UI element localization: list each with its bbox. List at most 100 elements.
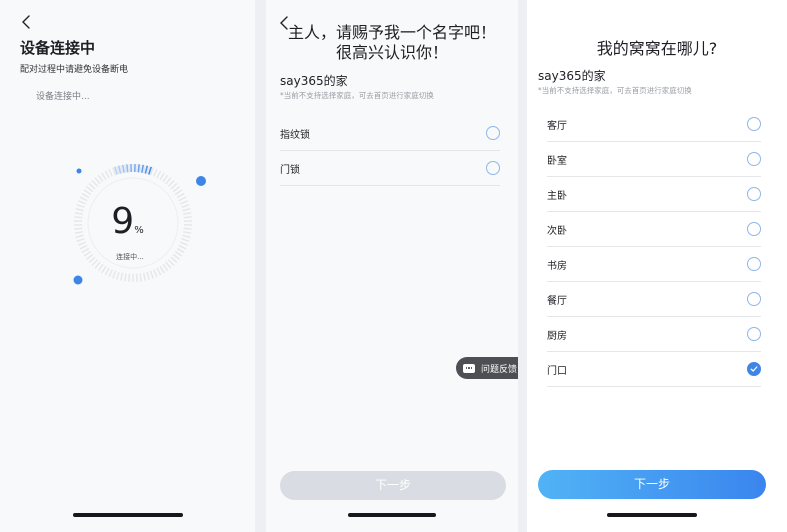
progress-tick bbox=[94, 261, 101, 269]
radio-icon[interactable] bbox=[747, 222, 761, 236]
room-row[interactable]: 餐厅 bbox=[547, 282, 761, 317]
next-button-disabled[interactable]: 下一步 bbox=[280, 471, 506, 500]
progress-tick bbox=[101, 172, 107, 181]
progress-tick bbox=[176, 192, 185, 199]
home-name: say365的家 bbox=[280, 74, 348, 88]
progress-tick bbox=[146, 271, 150, 280]
progress-tick bbox=[88, 183, 96, 190]
progress-tick bbox=[91, 180, 99, 187]
radio-icon[interactable] bbox=[747, 117, 761, 131]
page-title: 设备连接中 bbox=[20, 39, 96, 57]
screen-device-connecting: 设备连接中 配对过程中请避免设备断电 设备连接中... 9% 连接中... bbox=[0, 0, 255, 532]
progress-tick bbox=[162, 174, 169, 183]
progress-tick bbox=[172, 186, 180, 193]
progress-tick bbox=[112, 270, 117, 279]
progress-tick bbox=[149, 270, 154, 279]
option-label: 指纹锁 bbox=[280, 129, 310, 141]
progress-tick bbox=[94, 177, 101, 185]
progress-tick bbox=[162, 263, 169, 272]
room-label: 门口 bbox=[547, 365, 567, 377]
feedback-button[interactable]: 问题反馈 bbox=[456, 357, 518, 379]
check-icon[interactable] bbox=[747, 362, 761, 376]
radio-icon[interactable] bbox=[486, 161, 500, 175]
progress-unit: % bbox=[134, 225, 144, 236]
room-label: 餐厅 bbox=[547, 295, 567, 307]
orbit-dot bbox=[76, 168, 82, 174]
home-indicator bbox=[73, 513, 183, 517]
radio-icon[interactable] bbox=[747, 152, 761, 166]
progress-tick bbox=[108, 269, 113, 278]
room-label: 厨房 bbox=[547, 330, 567, 342]
title-line-1: 主人，请赐予我一个名字吧！ bbox=[287, 23, 496, 42]
progress-label: 连接中... bbox=[116, 253, 144, 261]
page-title: 我的窝窝在哪儿? bbox=[596, 39, 718, 58]
progress-value: 9 bbox=[111, 201, 135, 242]
room-row[interactable]: 客厅 bbox=[547, 107, 761, 142]
progress-percent: 9% bbox=[0, 201, 255, 242]
progress-tick bbox=[135, 273, 138, 282]
screen-choose-room: 我的窝窝在哪儿? say365的家 *当前不支持选择家庭，可去首页进行家庭切换 … bbox=[527, 0, 787, 532]
next-button[interactable]: 下一步 bbox=[538, 470, 766, 499]
room-row[interactable]: 书房 bbox=[547, 247, 761, 282]
progress-tick bbox=[167, 180, 175, 187]
option-row[interactable]: 门锁 bbox=[280, 151, 500, 186]
room-row[interactable]: 次卧 bbox=[547, 212, 761, 247]
progress-tick bbox=[170, 183, 178, 190]
progress-tick-active bbox=[126, 164, 129, 173]
progress-tick bbox=[153, 168, 158, 177]
progress-tick bbox=[165, 261, 172, 269]
progress-tick bbox=[124, 164, 127, 173]
home-indicator bbox=[348, 513, 436, 517]
room-label: 次卧 bbox=[547, 225, 567, 237]
room-label: 主卧 bbox=[547, 190, 567, 202]
home-indicator bbox=[607, 513, 697, 517]
progress-tick bbox=[156, 170, 162, 179]
orbit-dot bbox=[73, 275, 83, 285]
progress-tick bbox=[83, 189, 92, 196]
progress-tick bbox=[79, 244, 88, 250]
feedback-label: 问题反馈 bbox=[481, 364, 518, 375]
progress-tick bbox=[159, 265, 165, 274]
progress-tick bbox=[174, 189, 183, 196]
back-arrow-icon[interactable] bbox=[20, 13, 34, 31]
progress-tick-active bbox=[137, 164, 140, 173]
progress-tick bbox=[108, 168, 113, 177]
option-label: 门锁 bbox=[280, 164, 300, 176]
radio-icon[interactable] bbox=[747, 327, 761, 341]
progress-tick bbox=[128, 164, 131, 173]
progress-tick bbox=[78, 241, 86, 246]
progress-tick bbox=[165, 177, 172, 185]
screen-name-device: 主人，请赐予我一个名字吧！ 很高兴认识你！ say365的家 *当前不支持选择家… bbox=[266, 0, 518, 532]
progress-tick bbox=[97, 174, 104, 183]
progress-tick bbox=[120, 272, 124, 281]
progress-tick bbox=[139, 273, 142, 282]
page-subtitle: 配对过程中请避免设备断电 bbox=[20, 65, 129, 75]
room-row[interactable]: 主卧 bbox=[547, 177, 761, 212]
progress-tick bbox=[104, 267, 110, 276]
connection-status: 设备连接中... bbox=[36, 92, 90, 102]
home-hint: *当前不支持选择家庭，可去首页进行家庭切换 bbox=[280, 91, 434, 100]
progress-tick bbox=[139, 164, 142, 173]
room-row[interactable]: 卧室 bbox=[547, 142, 761, 177]
radio-icon[interactable] bbox=[747, 257, 761, 271]
progress-tick bbox=[86, 186, 94, 193]
progress-tick bbox=[156, 267, 162, 276]
progress-tick bbox=[116, 271, 120, 280]
room-label: 卧室 bbox=[547, 155, 567, 167]
room-row[interactable]: 门口 bbox=[547, 352, 761, 387]
progress-tick bbox=[135, 164, 138, 173]
progress-tick-active bbox=[121, 164, 125, 173]
radio-icon[interactable] bbox=[747, 292, 761, 306]
radio-icon[interactable] bbox=[486, 126, 500, 140]
page-title: 主人，请赐予我一个名字吧！ 很高兴认识你！ bbox=[266, 23, 518, 63]
chat-bubble-icon bbox=[463, 363, 475, 373]
home-hint: *当前不支持选择家庭，可去首页进行家庭切换 bbox=[538, 86, 692, 95]
progress-tick bbox=[128, 273, 131, 282]
progress-tick bbox=[97, 263, 104, 272]
room-label: 客厅 bbox=[547, 120, 567, 132]
progress-tick bbox=[81, 192, 90, 199]
radio-icon[interactable] bbox=[747, 187, 761, 201]
option-row[interactable]: 指纹锁 bbox=[280, 116, 500, 151]
room-row[interactable]: 厨房 bbox=[547, 317, 761, 352]
title-line-2: 很高兴认识你！ bbox=[335, 43, 448, 62]
